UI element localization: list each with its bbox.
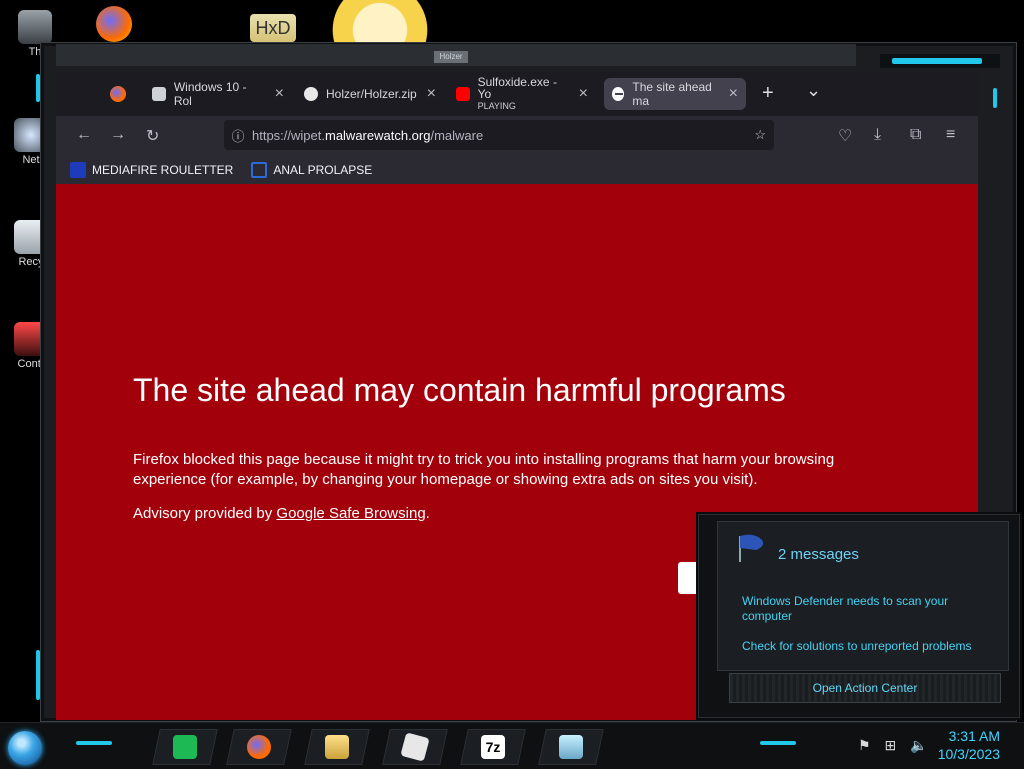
extensions-icon[interactable]: ⧉ — [910, 126, 921, 144]
pocket-icon[interactable]: ♡ — [838, 126, 852, 146]
taskbar-item-7zip[interactable]: 7z — [460, 729, 526, 765]
bookmark-star-icon[interactable]: ☆ — [754, 127, 774, 143]
bookmark-label: ANAL PROLAPSE — [273, 163, 373, 177]
action-center-flag-icon[interactable]: ⚑ — [858, 737, 871, 753]
tab-label: Holzer/Holzer.zip — [326, 87, 417, 101]
open-action-center-button[interactable]: Open Action Center — [729, 673, 1001, 703]
advisory-prefix: Advisory provided by — [133, 505, 277, 522]
neon-accent-left — [36, 74, 40, 102]
navigation-toolbar: ← → ↻ ⓘ https://wipet. malwarewatch.org … — [56, 116, 978, 156]
start-button[interactable] — [8, 731, 42, 765]
desktop-hxd-icon[interactable]: HxD — [250, 14, 296, 42]
clock-date: 10/3/2023 — [937, 746, 1000, 762]
url-prefix: https://wipet. — [252, 127, 325, 143]
bookmark-label: MEDIAFIRE ROULETTER — [92, 163, 234, 177]
firefox-view-icon[interactable] — [110, 86, 126, 102]
new-tab-button[interactable]: + — [762, 82, 774, 105]
downloads-icon[interactable]: ⤓ — [874, 126, 881, 144]
neon-accent-right — [993, 88, 997, 108]
tab-close-icon[interactable]: × — [579, 85, 596, 103]
tab-close-icon[interactable]: × — [275, 85, 292, 103]
firefox-icon — [247, 735, 271, 759]
network-tray-icon[interactable]: ⊞ — [884, 737, 896, 753]
roblox-favicon-icon — [152, 87, 166, 101]
notepad-icon — [559, 735, 583, 759]
tab-bar: Windows 10 - Rol × Holzer/Holzer.zip × S… — [56, 72, 978, 116]
taskbar-item-spotify[interactable] — [152, 729, 218, 765]
youtube-favicon-icon — [456, 87, 470, 101]
bookmark-anal-prolapse[interactable]: ANAL PROLAPSE — [251, 162, 372, 178]
url-domain: malwarewatch.org — [324, 127, 431, 143]
github-favicon-icon — [304, 87, 318, 101]
back-icon[interactable]: ← — [76, 126, 92, 144]
notification-title[interactable]: 2 messages — [778, 546, 859, 563]
notification-body: 2 messages Windows Defender needs to sca… — [717, 521, 1009, 671]
clock-time: 3:31 AM — [948, 728, 1000, 744]
tab-close-icon[interactable]: × — [729, 85, 746, 103]
taskbar: 7z ⚑ ⊞ 🔈 3:31 AM 10/3/2023 — [0, 722, 1024, 769]
clock[interactable]: 3:31 AM 10/3/2023 — [938, 727, 1000, 763]
url-bar[interactable]: ⓘ https://wipet. malwarewatch.org /malwa… — [224, 120, 774, 150]
google-safe-browsing-link[interactable]: Google Safe Browsing — [276, 505, 425, 522]
taskbar-neon-right — [760, 741, 796, 745]
spotify-icon — [173, 735, 197, 759]
7zip-icon: 7z — [481, 735, 505, 759]
system-tray: ⚑ ⊞ 🔈 — [858, 737, 928, 754]
bookmarks-toolbar: MEDIAFIRE ROULETTER ANAL PROLAPSE — [56, 156, 978, 184]
flag-icon — [739, 534, 764, 562]
warning-body: Firefox blocked this page because it mig… — [133, 451, 835, 488]
neon-accent-top — [892, 58, 982, 64]
reload-icon[interactable]: ↻ — [146, 126, 159, 146]
taskbar-neon-left — [76, 741, 112, 745]
site-info-icon[interactable]: ⓘ — [224, 126, 252, 145]
blocked-favicon-icon — [612, 87, 625, 101]
folder-icon — [325, 735, 349, 759]
tab-label: Sulfoxide.exe - Yo — [477, 75, 557, 101]
notification-popup: 2 messages Windows Defender needs to sca… — [698, 514, 1020, 718]
tool-icon — [18, 10, 52, 44]
taskbar-item-notepad[interactable] — [538, 729, 604, 765]
taskbar-item-roblox[interactable] — [382, 729, 448, 765]
taskbar-item-explorer[interactable] — [304, 729, 370, 765]
warning-title: The site ahead may contain harmful progr… — [133, 372, 786, 408]
tab-label: Windows 10 - Rol — [173, 80, 247, 108]
volume-icon[interactable]: 🔈 — [910, 737, 927, 753]
tab-sulfoxide[interactable]: Sulfoxide.exe - Yo PLAYING × — [456, 75, 596, 111]
menu-icon[interactable]: ≡ — [946, 126, 955, 144]
taskbar-item-firefox[interactable] — [226, 729, 292, 765]
list-all-tabs-button[interactable]: ⌄ — [806, 80, 821, 101]
frame-title[interactable]: Holzer — [434, 51, 468, 63]
neon-accent-left — [36, 650, 40, 700]
tab-holzer[interactable]: Holzer/Holzer.zip × — [304, 78, 444, 110]
url-path: /malware — [430, 127, 484, 143]
tab-windows10[interactable]: Windows 10 - Rol × — [152, 78, 292, 110]
roblox-icon — [400, 732, 430, 762]
mediafire-bookmark-icon — [70, 162, 86, 178]
forward-icon[interactable]: → — [110, 126, 126, 144]
notification-message[interactable]: Check for solutions to unreported proble… — [742, 639, 982, 654]
tab-label: The site ahead ma — [632, 80, 712, 108]
notification-message[interactable]: Windows Defender needs to scan your comp… — [742, 594, 982, 624]
sigma-bookmark-icon — [251, 162, 268, 178]
tab-close-icon[interactable]: × — [427, 85, 444, 103]
tab-playing-label: PLAYING — [477, 101, 516, 111]
desktop-firefox-icon[interactable] — [96, 6, 132, 42]
bookmark-mediafire[interactable]: MEDIAFIRE ROULETTER — [70, 162, 233, 178]
advisory-suffix: . — [425, 505, 430, 522]
tab-malware-warning[interactable]: The site ahead ma × — [604, 78, 746, 110]
